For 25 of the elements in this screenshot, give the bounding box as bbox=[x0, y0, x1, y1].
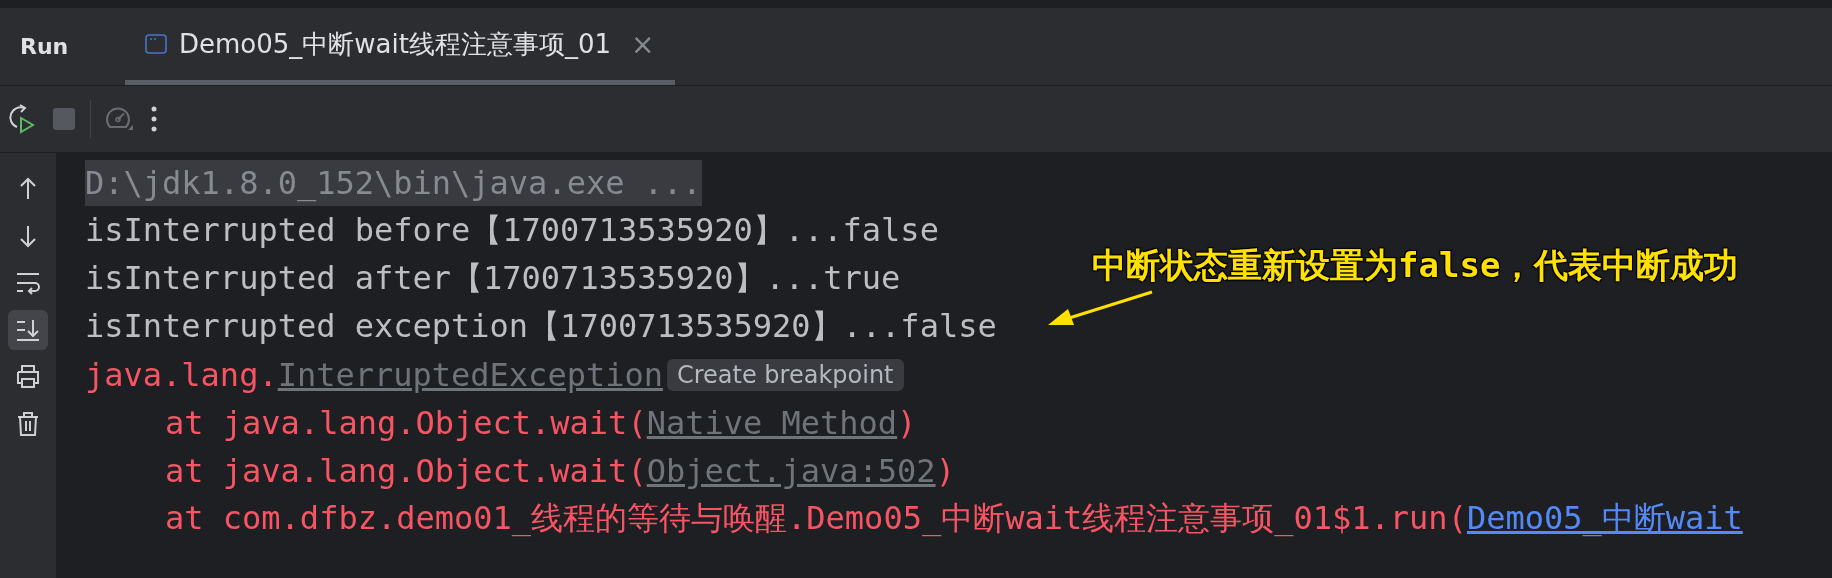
error-text: java.lang. bbox=[85, 356, 278, 394]
command-line-text: D:\jdk1.8.0_152\bin\java.exe ... bbox=[85, 160, 702, 206]
annotation-text: 中断状态重新设置为false，代表中断成功 bbox=[1092, 244, 1739, 287]
source-link[interactable]: InterruptedException bbox=[277, 356, 663, 394]
stop-icon bbox=[52, 107, 76, 131]
error-text: at java.lang.Object.wait( bbox=[165, 452, 647, 490]
scroll-to-end-button[interactable] bbox=[8, 310, 48, 350]
close-tab-button[interactable]: × bbox=[631, 27, 655, 61]
panel-title: Run bbox=[20, 34, 70, 59]
gauge-icon bbox=[105, 107, 134, 131]
console-window-icon bbox=[145, 34, 167, 54]
error-text: ) bbox=[897, 404, 917, 442]
output-text: isInterrupted before【1700713535920】...false bbox=[85, 210, 939, 251]
output-text: isInterrupted after【1700713535920】...true bbox=[85, 258, 901, 299]
source-link[interactable]: Native Method bbox=[646, 404, 898, 442]
source-link[interactable]: Demo05_中断wait bbox=[1466, 497, 1743, 541]
error-text: at java.lang.Object.wait( bbox=[165, 404, 647, 442]
create-breakpoint-button[interactable]: Create breakpoint bbox=[666, 359, 904, 391]
printer-icon bbox=[14, 363, 42, 391]
error-text: at com.dfbz.demo01_线程的等待与唤醒.Demo05_中断wait线程注意事项_01$1.run( bbox=[165, 498, 1467, 539]
rerun-icon bbox=[8, 104, 36, 134]
more-icon bbox=[150, 105, 158, 133]
source-link[interactable]: Object.java:502 bbox=[646, 452, 936, 490]
output-text: isInterrupted exception【1700713535920】...false bbox=[85, 306, 997, 347]
error-text: ) bbox=[935, 452, 955, 490]
